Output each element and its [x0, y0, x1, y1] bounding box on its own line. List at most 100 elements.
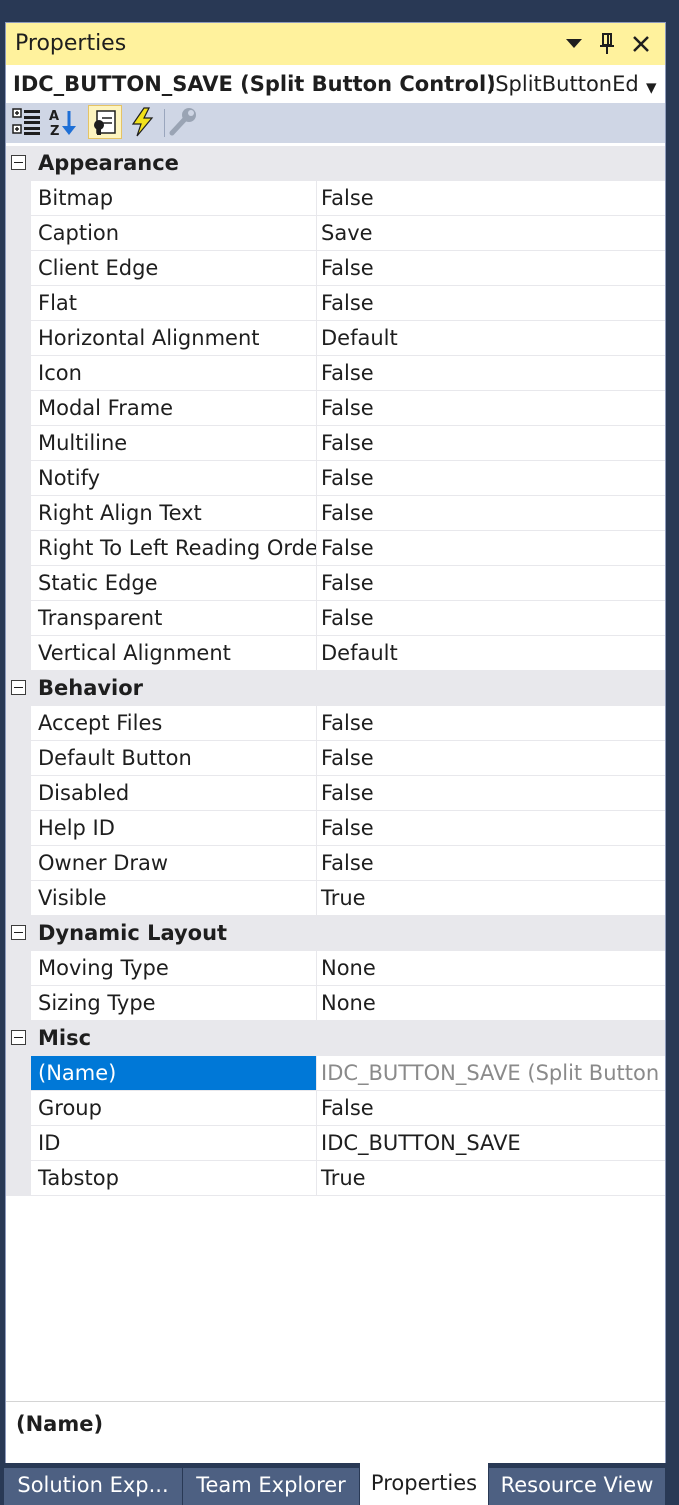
property-name[interactable]: Caption	[31, 216, 317, 250]
property-value[interactable]: None	[317, 951, 665, 985]
property-name[interactable]: (Name)	[31, 1056, 317, 1090]
property-name[interactable]: Moving Type	[31, 951, 317, 985]
collapse-toggle-icon[interactable]	[11, 155, 26, 170]
property-name[interactable]: Transparent	[31, 601, 317, 635]
property-row[interactable]: (Name)IDC_BUTTON_SAVE (Split Button Cont…	[6, 1056, 665, 1091]
property-row[interactable]: Modal Frame False	[6, 391, 665, 426]
property-row[interactable]: Accept Files False	[6, 706, 665, 741]
property-row[interactable]: Icon False	[6, 356, 665, 391]
property-value[interactable]: False	[317, 811, 665, 845]
category-dynamic-layout[interactable]: Dynamic Layout	[6, 916, 665, 951]
property-row[interactable]: Help ID False	[6, 811, 665, 846]
property-value[interactable]: False	[317, 566, 665, 600]
property-value[interactable]: True	[317, 881, 665, 915]
property-row[interactable]: Group False	[6, 1091, 665, 1126]
property-row[interactable]: Notify False	[6, 461, 665, 496]
object-selector-dropdown[interactable]: IDC_BUTTON_SAVE (Split Button Control) I…	[6, 65, 665, 103]
property-name[interactable]: Right Align Text	[31, 496, 317, 530]
property-value[interactable]: False	[317, 286, 665, 320]
chevron-down-icon[interactable]: ▾	[646, 75, 657, 99]
property-row[interactable]: Multiline False	[6, 426, 665, 461]
property-row[interactable]: Vertical Alignment Default	[6, 636, 665, 671]
categorized-icon[interactable]	[10, 105, 44, 139]
property-name[interactable]: Notify	[31, 461, 317, 495]
category-behavior[interactable]: Behavior	[6, 671, 665, 706]
property-row[interactable]: Owner Draw False	[6, 846, 665, 881]
property-name[interactable]: ID	[31, 1126, 317, 1160]
property-value[interactable]: False	[317, 846, 665, 880]
property-row[interactable]: Disabled False	[6, 776, 665, 811]
property-name[interactable]: Help ID	[31, 811, 317, 845]
properties-page-icon[interactable]	[88, 105, 122, 139]
tab-resource-view[interactable]: Resource View	[489, 1468, 665, 1505]
property-row[interactable]: Default Button False	[6, 741, 665, 776]
alphabetical-icon[interactable]: A Z	[46, 105, 80, 139]
property-value[interactable]: False	[317, 776, 665, 810]
property-row[interactable]: Client Edge False	[6, 251, 665, 286]
property-row[interactable]: Right To Left Reading Order False	[6, 531, 665, 566]
tab-solution-explorer[interactable]: Solution Exp...	[4, 1468, 182, 1505]
property-value[interactable]: False	[317, 461, 665, 495]
property-row[interactable]: Caption Save	[6, 216, 665, 251]
property-value[interactable]: Default	[317, 321, 665, 355]
property-row[interactable]: Transparent False	[6, 601, 665, 636]
property-value[interactable]: Default	[317, 636, 665, 670]
category-appearance[interactable]: Appearance	[6, 146, 665, 181]
property-name[interactable]: Owner Draw	[31, 846, 317, 880]
property-row[interactable]: Right Align Text False	[6, 496, 665, 531]
property-name[interactable]: Flat	[31, 286, 317, 320]
close-icon[interactable]	[626, 29, 656, 59]
property-name[interactable]: Tabstop	[31, 1161, 317, 1195]
property-name[interactable]: Vertical Alignment	[31, 636, 317, 670]
property-value[interactable]: False	[317, 531, 665, 565]
tab-team-explorer[interactable]: Team Explorer	[183, 1468, 359, 1505]
collapse-toggle-icon[interactable]	[11, 680, 26, 695]
category-misc[interactable]: Misc	[6, 1021, 665, 1056]
property-value[interactable]: False	[317, 601, 665, 635]
property-row[interactable]: Moving Type None	[6, 951, 665, 986]
property-value[interactable]: False	[317, 1091, 665, 1125]
pin-icon[interactable]	[592, 29, 622, 59]
property-value[interactable]: IDC_BUTTON_SAVE	[317, 1126, 665, 1160]
property-row[interactable]: Horizontal Alignment Default	[6, 321, 665, 356]
property-name[interactable]: Bitmap	[31, 181, 317, 215]
property-value[interactable]: None	[317, 986, 665, 1020]
property-name[interactable]: Horizontal Alignment	[31, 321, 317, 355]
property-row[interactable]: Static Edge False	[6, 566, 665, 601]
events-icon[interactable]	[126, 105, 160, 139]
property-name[interactable]: Group	[31, 1091, 317, 1125]
tab-properties[interactable]: Properties	[360, 1463, 488, 1505]
property-value[interactable]: False	[317, 706, 665, 740]
property-name[interactable]: Disabled	[31, 776, 317, 810]
property-row[interactable]: Flat False	[6, 286, 665, 321]
property-row[interactable]: Visible True	[6, 881, 665, 916]
property-value[interactable]: True	[317, 1161, 665, 1195]
property-row[interactable]: Bitmap False	[6, 181, 665, 216]
property-value[interactable]: False	[317, 356, 665, 390]
collapse-toggle-icon[interactable]	[11, 1030, 26, 1045]
property-value[interactable]: False	[317, 741, 665, 775]
property-value[interactable]: False	[317, 251, 665, 285]
property-name[interactable]: Client Edge	[31, 251, 317, 285]
property-name[interactable]: Static Edge	[31, 566, 317, 600]
property-name[interactable]: Accept Files	[31, 706, 317, 740]
property-value[interactable]: False	[317, 426, 665, 460]
property-pages-wrench-icon[interactable]	[166, 105, 200, 139]
property-name[interactable]: Modal Frame	[31, 391, 317, 425]
property-value[interactable]: False	[317, 496, 665, 530]
property-name[interactable]: Multiline	[31, 426, 317, 460]
property-value[interactable]: IDC_BUTTON_SAVE (Split Button Control)	[317, 1056, 665, 1090]
collapse-toggle-icon[interactable]	[11, 925, 26, 940]
property-row[interactable]: Sizing Type None	[6, 986, 665, 1021]
property-name[interactable]: Default Button	[31, 741, 317, 775]
property-value[interactable]: Save	[317, 216, 665, 250]
panel-titlebar[interactable]: Properties	[6, 23, 665, 65]
property-row[interactable]: Tabstop True	[6, 1161, 665, 1196]
property-name[interactable]: Visible	[31, 881, 317, 915]
property-name[interactable]: Sizing Type	[31, 986, 317, 1020]
property-value[interactable]: False	[317, 391, 665, 425]
property-row[interactable]: ID IDC_BUTTON_SAVE	[6, 1126, 665, 1161]
property-value[interactable]: False	[317, 181, 665, 215]
window-position-dropdown-icon[interactable]	[559, 29, 589, 59]
property-name[interactable]: Icon	[31, 356, 317, 390]
